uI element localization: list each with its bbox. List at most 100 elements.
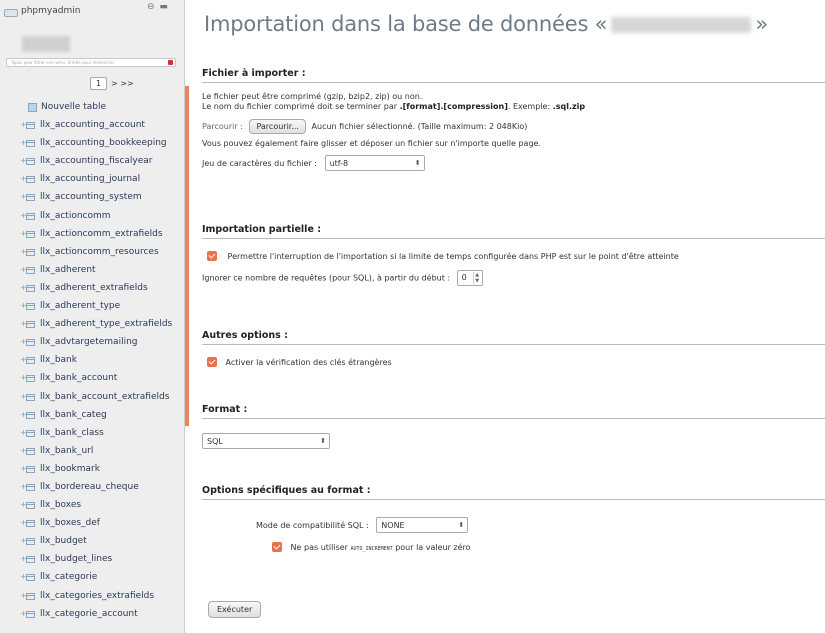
table-icon	[26, 140, 35, 148]
sidebar-table-item[interactable]: + llx_actioncomm_extrafields	[0, 225, 184, 243]
other-options-section: Autres options : Activer la vérification…	[202, 330, 825, 367]
sidebar-table-item[interactable]: + llx_bank_class	[0, 424, 184, 442]
sidebar-table-item[interactable]: + llx_boxes	[0, 496, 184, 514]
sidebar-table-item[interactable]: + llx_boxes_def	[0, 514, 184, 532]
sidebar-table-label: llx_bordereau_cheque	[40, 481, 139, 492]
sidebar-scroll-indicator[interactable]	[185, 86, 189, 426]
sidebar-table-item[interactable]: + llx_budget_lines	[0, 550, 184, 568]
new-table-item[interactable]: Nouvelle table	[0, 98, 184, 116]
sidebar-table-item[interactable]: + llx_adherent_type	[0, 297, 184, 315]
dropdown-arrow-icon: ⬍	[458, 521, 465, 529]
no-file-text: Aucun fichier sélectionné. (Taille maxim…	[311, 122, 528, 131]
sidebar-table-item[interactable]: + llx_bank_url	[0, 442, 184, 460]
format-heading: Format :	[202, 404, 825, 419]
sidebar-table-label: llx_adherent	[40, 264, 96, 275]
sidebar-table-item[interactable]: + llx_categorie	[0, 568, 184, 586]
sidebar-table-label: llx_accounting_bookkeeping	[40, 138, 167, 149]
sidebar-table-label: llx_boxes_def	[40, 518, 100, 529]
sidebar-table-label: llx_adherent_type	[40, 301, 121, 312]
sidebar-table-item[interactable]: + llx_adherent_extrafields	[0, 279, 184, 297]
compression-note: Le fichier peut être comprimé (gzip, bzi…	[202, 92, 423, 101]
compat-mode-select[interactable]: NONE ⬍	[376, 517, 469, 533]
sidebar-table-item[interactable]: + llx_accounting_journal	[0, 170, 184, 188]
table-icon	[26, 248, 35, 256]
page-select[interactable]: 1	[90, 77, 107, 90]
allow-interrupt-label[interactable]: Permettre l'interruption de l'importatio…	[228, 252, 679, 261]
file-section-heading: Fichier à importer :	[202, 68, 825, 83]
table-filter-input[interactable]: Tapez pour filtrer ces noms, Entrée pour…	[6, 58, 176, 67]
spinner-arrows-icon[interactable]: ▲ ▼	[472, 272, 481, 284]
filename-note: Le nom du fichier comprimé doit se termi…	[202, 102, 586, 111]
charset-select[interactable]: utf-8 ⬍	[324, 155, 425, 171]
sidebar-table-item[interactable]: + llx_actioncomm_resources	[0, 243, 184, 261]
table-icon	[26, 447, 35, 455]
charset-row: Jeu de caractères du fichier : utf-8 ⬍	[202, 155, 825, 171]
allow-interrupt-checkbox[interactable]	[207, 251, 217, 261]
database-name-blurred[interactable]	[22, 36, 70, 52]
navigation-sidebar: phpmyadmin ⊖ ▬ Tapez pour filtrer ces no…	[0, 0, 185, 633]
sidebar-table-label: llx_adherent_type_extrafields	[40, 319, 173, 330]
sidebar-pager: 1 > >>	[90, 77, 134, 90]
table-icon	[26, 502, 35, 510]
dropdown-arrow-icon: ⬍	[320, 437, 326, 445]
table-icon	[26, 393, 35, 401]
sidebar-table-label: llx_accounting_journal	[40, 174, 141, 185]
app-name[interactable]: phpmyadmin	[21, 6, 80, 16]
sidebar-table-item[interactable]: + llx_bank_categ	[0, 406, 184, 424]
sidebar-table-item[interactable]: + llx_categorie_account	[0, 605, 184, 623]
foreign-key-checks-checkbox[interactable]	[207, 357, 217, 367]
foreign-key-checks-label[interactable]: Activer la vérification des clés étrangè…	[226, 358, 392, 367]
format-select[interactable]: SQL ⬍	[202, 433, 330, 449]
sidebar-table-item[interactable]: + llx_advtargetemailing	[0, 333, 184, 351]
sidebar-table-label: llx_categorie_account	[40, 608, 138, 619]
sidebar-table-label: llx_accounting_system	[40, 192, 142, 203]
no-auto-value-label[interactable]: Ne pas utiliser AUTO_INCREMENT pour la v…	[291, 543, 471, 552]
sidebar-table-item[interactable]: + llx_bank_account_extrafields	[0, 388, 184, 406]
table-icon	[26, 592, 35, 600]
table-tree: Nouvelle table + llx_accounting_account + l…	[0, 98, 184, 623]
sidebar-table-label: llx_budget	[40, 536, 87, 547]
sidebar-table-item[interactable]: + llx_actioncomm	[0, 207, 184, 225]
no-auto-value-checkbox[interactable]	[272, 542, 282, 552]
sidebar-table-item[interactable]: + llx_bordereau_cheque	[0, 478, 184, 496]
collapse-controls-icon[interactable]: ⊖ ▬	[147, 2, 169, 12]
browse-button[interactable]: Parcourir...	[249, 119, 306, 134]
sidebar-table-item[interactable]: + llx_categories_extrafields	[0, 587, 184, 605]
skip-queries-input[interactable]: 0 ▲ ▼	[456, 270, 483, 286]
sidebar-table-label: llx_actioncomm	[40, 210, 111, 221]
table-icon	[26, 429, 35, 437]
sidebar-table-item[interactable]: + llx_adherent_type_extrafields	[0, 315, 184, 333]
table-icon	[26, 194, 35, 202]
clear-filter-icon[interactable]	[168, 60, 173, 65]
sidebar-table-item[interactable]: + llx_accounting_account	[0, 116, 184, 134]
skip-queries-label: Ignorer ce nombre de requêtes (pour SQL)…	[202, 273, 451, 283]
page-next-links[interactable]: > >>	[111, 79, 134, 88]
table-icon	[26, 520, 35, 528]
sidebar-table-item[interactable]: + llx_bank	[0, 351, 184, 369]
auto-increment-row: Ne pas utiliser AUTO_INCREMENT pour la v…	[272, 542, 825, 552]
sidebar-table-item[interactable]: + llx_accounting_fiscalyear	[0, 152, 184, 170]
table-icon	[26, 465, 35, 473]
browse-row: Parcourir : Parcourir... Aucun fichier s…	[202, 119, 825, 134]
partial-import-section: Importation partielle : Permettre l'inte…	[202, 224, 825, 286]
sidebar-table-item[interactable]: + llx_budget	[0, 532, 184, 550]
sidebar-table-item[interactable]: + llx_accounting_system	[0, 188, 184, 206]
sidebar-table-label: llx_actioncomm_resources	[40, 246, 159, 257]
sidebar-table-item[interactable]: + llx_bookmark	[0, 460, 184, 478]
sidebar-table-item[interactable]: + llx_bank_account	[0, 369, 184, 387]
sidebar-table-label: llx_budget_lines	[40, 554, 113, 565]
new-table-label: Nouvelle table	[41, 102, 106, 112]
file-section: Fichier à importer : Le fichier peut êtr…	[202, 68, 825, 171]
table-icon	[26, 556, 35, 564]
execute-button[interactable]: Exécuter	[208, 601, 262, 618]
page-title: Importation dans la base de données «»	[204, 12, 768, 36]
sidebar-table-item[interactable]: + llx_accounting_bookkeeping	[0, 134, 184, 152]
format-section: Format : SQL ⬍	[202, 404, 825, 449]
sidebar-table-item[interactable]: + llx_adherent	[0, 261, 184, 279]
table-icon	[26, 357, 35, 365]
table-icon	[26, 339, 35, 347]
skip-queries-row: Ignorer ce nombre de requêtes (pour SQL)…	[202, 270, 825, 286]
table-icon	[26, 483, 35, 491]
database-name-blurred	[611, 17, 752, 33]
sidebar-table-label: llx_categorie	[40, 572, 98, 583]
